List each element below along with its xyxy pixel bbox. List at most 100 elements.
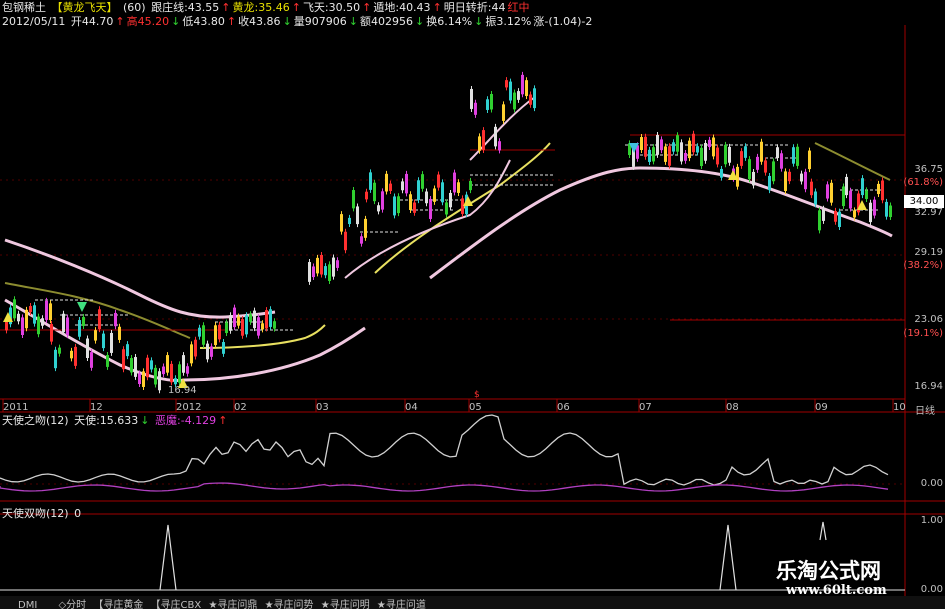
candle-body [800, 174, 803, 182]
angel-arrow: ↓ [140, 414, 149, 427]
candle-body [82, 317, 85, 326]
candle-body [640, 137, 643, 150]
candle-body [233, 308, 236, 328]
candle-body [33, 305, 36, 323]
candle-body [433, 188, 436, 201]
candle-body [796, 147, 799, 166]
tab-xunzhuang-gold[interactable]: 【寻庄黄金 [93, 596, 143, 609]
candle-body [78, 320, 81, 337]
candle-body [425, 192, 428, 204]
candle-body [385, 174, 388, 192]
candle-body [45, 301, 48, 320]
main-chart-canvas[interactable]: $ [0, 0, 945, 609]
candle-body [146, 358, 149, 378]
tab-xunzhuang-wending[interactable]: ★寻庄问鼎 [208, 596, 257, 609]
period-selector[interactable]: 日线 [915, 402, 935, 417]
candle-body [202, 325, 205, 344]
candle-body [494, 127, 497, 147]
month-label: 2012 [176, 402, 201, 413]
candle-body [877, 184, 880, 194]
candle-body [413, 202, 416, 212]
candlestick-series[interactable] [5, 72, 892, 393]
candle-body [170, 364, 173, 382]
candle-body [676, 135, 679, 151]
candle-body [845, 177, 848, 195]
candle-body [49, 303, 52, 320]
candle-body [229, 315, 232, 331]
candle-body [672, 142, 675, 151]
indicator2-header: 天使双吻(12) 0 [2, 507, 83, 520]
candle-body [842, 186, 845, 206]
candle-body [708, 140, 711, 147]
tab-intraday[interactable]: ◇分时 [58, 596, 86, 609]
month-label: 10 [893, 402, 906, 413]
candle-body [94, 330, 97, 340]
candle-body [457, 182, 460, 193]
candle-body [174, 378, 177, 384]
candle-body [881, 181, 884, 201]
candle-body [352, 190, 355, 208]
candle-body [106, 355, 109, 367]
candle-body [780, 153, 783, 168]
candle-body [688, 141, 691, 158]
candle-body [498, 141, 501, 150]
candle-body [225, 322, 228, 333]
indicator1-title[interactable]: 天使之吻(12) [2, 414, 69, 427]
candle-body [873, 200, 876, 216]
candle-body [509, 82, 512, 101]
candle-body [756, 157, 759, 170]
candle-body [150, 360, 153, 369]
candle-body [126, 344, 129, 356]
candle-body [814, 192, 817, 205]
tab-xunzhuang-wenshi[interactable]: ★寻庄问势 [265, 596, 314, 609]
candle-body [249, 314, 252, 322]
candle-body [429, 199, 432, 219]
candle-body [680, 142, 683, 161]
candle-body [684, 153, 687, 161]
candle-body [178, 364, 181, 382]
price-label-3: 32.97 [914, 207, 943, 218]
candle-body [237, 317, 240, 326]
candle-body [86, 339, 89, 358]
candle-body [62, 314, 65, 332]
month-label: 07 [639, 402, 652, 413]
candle-body [142, 371, 145, 387]
candle-body [700, 148, 703, 166]
candle-body [752, 172, 755, 185]
month-label: 05 [469, 402, 482, 413]
candle-body [740, 151, 743, 166]
candle-body [474, 103, 477, 115]
candle-body [356, 206, 359, 224]
indicator2-zero-label: 0.00 [921, 584, 943, 595]
month-label: 04 [405, 402, 418, 413]
tab-xunzhuang-wenming[interactable]: ★寻庄问明 [321, 596, 370, 609]
candle-body [102, 334, 105, 349]
candle-body [776, 147, 779, 158]
candle-body [517, 91, 520, 100]
candle-body [130, 358, 133, 372]
candle-body [826, 184, 829, 198]
candle-body [373, 183, 376, 201]
month-label: 09 [815, 402, 828, 413]
candle-body [712, 137, 715, 156]
candle-body [90, 352, 93, 368]
candle-body [25, 310, 28, 328]
candle-body [74, 347, 77, 366]
candle-body [449, 193, 452, 207]
candle-body [445, 202, 448, 214]
indicator2-title[interactable]: 天使双吻(12) [2, 507, 69, 520]
candle-body [261, 323, 264, 329]
candle-body [324, 266, 327, 275]
tab-xunzhuang-cbx[interactable]: 【寻庄CBX [151, 596, 202, 609]
low-price-label: 16.94 [168, 385, 197, 396]
candle-body [253, 311, 256, 329]
candle-body [692, 134, 695, 153]
fib-label-382: (38.2%) [903, 260, 943, 271]
candle-body [822, 209, 825, 221]
candle-body [194, 340, 197, 357]
tab-dmi[interactable]: DMI [18, 600, 37, 609]
candle-body [377, 205, 380, 211]
tab-xunzhuang-wendao[interactable]: ★寻庄问道 [377, 596, 426, 609]
candle-body [70, 351, 73, 358]
candle-body [257, 317, 260, 335]
